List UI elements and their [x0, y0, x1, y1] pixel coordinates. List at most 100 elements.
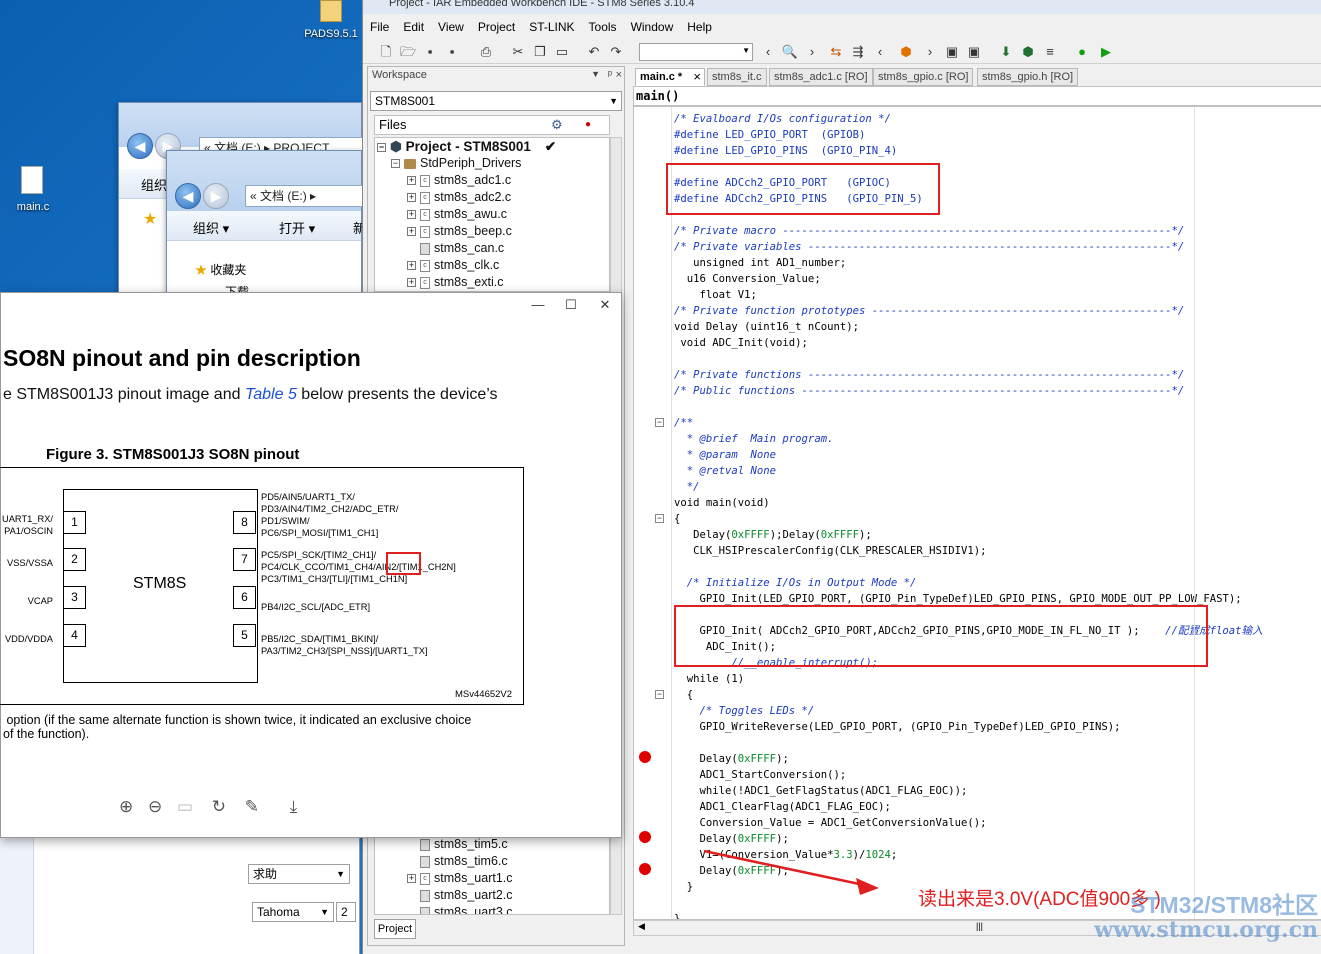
tree-file[interactable]: stm8s_tim5.c [375, 836, 609, 853]
undo-icon[interactable]: ↶ [585, 43, 603, 61]
rotate-icon[interactable]: ↻ [212, 797, 226, 816]
back-icon[interactable]: ◀ [127, 133, 153, 159]
organize-menu[interactable]: 组织 [141, 175, 167, 194]
address-bar[interactable]: « 文档 (E:) ▸ [245, 185, 363, 207]
expand-icon[interactable]: + [407, 227, 416, 237]
size-combo[interactable]: 2 [336, 902, 356, 922]
tree-project[interactable]: − ⬢ Project - STM8S001 ✔ [375, 138, 609, 155]
tab-stm8s-gpio-c[interactable]: stm8s_gpio.c [RO] [873, 68, 974, 86]
menu-help[interactable]: Help [680, 16, 719, 38]
copy-icon[interactable]: ❐ [531, 43, 549, 61]
expand-icon[interactable]: + [407, 193, 416, 203]
compile-icon[interactable]: ▣ [943, 43, 961, 61]
toggle-bookmark-icon[interactable]: ⇶ [849, 43, 867, 61]
collapse-icon[interactable]: − [377, 142, 386, 152]
menu-project[interactable]: Project [471, 16, 522, 38]
chevron-down-icon[interactable]: ▼ [591, 69, 600, 79]
tree-file[interactable]: + c stm8s_exti.c [375, 274, 609, 291]
find-prev-icon[interactable]: ‹ [759, 43, 777, 61]
expand-icon[interactable]: + [407, 210, 416, 220]
tree-file[interactable]: stm8s_uart2.c [375, 887, 609, 904]
config-combo[interactable]: STM8S001 ▼ [370, 91, 622, 111]
pen-icon[interactable]: ✎ [245, 797, 259, 816]
find-combo[interactable]: ▼ [639, 43, 753, 61]
zoom-in-icon[interactable]: ⊕ [119, 797, 133, 816]
tree-file[interactable]: + c stm8s_clk.c [375, 257, 609, 274]
tab-stm8s-gpio-h[interactable]: stm8s_gpio.h [RO] [977, 68, 1079, 86]
expand-icon[interactable]: + [407, 261, 416, 271]
font-combo[interactable]: Tahoma ▼ [252, 902, 334, 922]
breakpoint-list-icon[interactable]: ≡ [1041, 43, 1059, 61]
new-file-icon[interactable]: 🗋 [377, 43, 395, 61]
tab-stm8s-adc1[interactable]: stm8s_adc1.c [RO] [769, 68, 873, 86]
tree-file[interactable]: + c stm8s_beep.c [375, 223, 609, 240]
print-icon[interactable]: ⎙ [477, 43, 495, 61]
go-to-icon[interactable]: ⇆ [827, 43, 845, 61]
tab-stm8s-it[interactable]: stm8s_it.c [707, 68, 767, 86]
open-file-icon[interactable]: 🗁 [399, 43, 417, 61]
menu-view[interactable]: View [431, 16, 471, 38]
menu-edit[interactable]: Edit [396, 16, 431, 38]
collapse-icon[interactable]: − [391, 159, 400, 169]
close-icon[interactable]: × [693, 69, 701, 85]
workspace-tab-project[interactable]: Project [374, 919, 416, 939]
tree-file[interactable]: + c stm8s_uart1.c [375, 870, 609, 887]
scroll-thumb-icon[interactable]: ||| [976, 921, 983, 931]
menu-file[interactable]: File [363, 16, 396, 38]
pin-label-right: PD5/AIN5/UART1_TX/ PD3/AIN4/TIM2_CH2/ADC… [261, 492, 399, 538]
back-icon[interactable]: ◀ [175, 183, 201, 209]
expand-icon[interactable]: + [407, 278, 416, 288]
tree-file[interactable]: + c stm8s_awu.c [375, 206, 609, 223]
file-icon [420, 855, 430, 868]
function-navigator[interactable]: main() [633, 86, 1321, 106]
pads-shortcut[interactable]: PADS9.5.1 [300, 0, 360, 44]
main-c-shortcut[interactable]: main.c [10, 166, 56, 218]
scroll-left-icon[interactable]: ◀ [638, 921, 645, 932]
tree-file[interactable]: + c stm8s_adc2.c [375, 189, 609, 206]
find-next-icon[interactable]: › [803, 43, 821, 61]
save-all-icon[interactable]: ▪ [443, 43, 461, 61]
address-segment-docs[interactable]: 文档 (E:) [260, 189, 307, 203]
download-icon[interactable]: ⬇ [997, 43, 1015, 61]
download-icon[interactable]: ⤓ [290, 797, 298, 816]
favorites-item[interactable]: ★ 收藏夹 [195, 261, 246, 278]
paste-icon[interactable]: ▭ [553, 43, 571, 61]
debug-icon[interactable]: ⬢ [1019, 43, 1037, 61]
help-combo[interactable]: 求助 ▼ [248, 864, 350, 884]
close-icon[interactable]: ✕ [588, 293, 622, 317]
gear-icon[interactable]: ⚙ [551, 116, 563, 134]
menu-tools[interactable]: Tools [582, 16, 624, 38]
tree-group[interactable]: − StdPeriph_Drivers [375, 155, 609, 172]
expand-icon[interactable]: + [407, 874, 416, 884]
run-icon[interactable]: ▶ [1097, 43, 1115, 61]
tree-file[interactable]: stm8s_tim6.c [375, 853, 609, 870]
expand-icon[interactable]: + [407, 176, 416, 186]
organize-menu[interactable]: 组织 ▾ [193, 218, 229, 237]
code-editor[interactable]: /* Evalboard I/Os configuration */#defin… [633, 106, 1321, 920]
pin-icon[interactable]: ᵖ [608, 69, 612, 81]
next-bookmark-icon[interactable]: › [921, 43, 939, 61]
search-icon[interactable]: 🔍 [781, 43, 799, 61]
menu-stlink[interactable]: ST-LINK [522, 16, 581, 38]
close-icon[interactable]: × [616, 69, 622, 81]
minimize-icon[interactable]: — [521, 293, 555, 317]
save-icon[interactable]: ▪ [421, 43, 439, 61]
prev-bookmark-icon[interactable]: ‹ [871, 43, 889, 61]
make-icon[interactable]: ▣ [965, 43, 983, 61]
menu-window[interactable]: Window [624, 16, 681, 38]
cut-icon[interactable]: ✂ [509, 43, 527, 61]
tree-file[interactable]: + c stm8s_adc1.c [375, 172, 609, 189]
pin-label-left: VDD/VDDA [4, 634, 53, 644]
fit-page-icon[interactable]: ▭ [177, 797, 193, 816]
open-menu[interactable]: 打开 ▾ [279, 218, 315, 237]
redo-icon[interactable]: ↷ [607, 43, 625, 61]
tree-file[interactable]: stm8s_uart3.c [375, 904, 609, 914]
zoom-out-icon[interactable]: ⊖ [148, 797, 162, 816]
maximize-icon[interactable]: ☐ [554, 293, 588, 317]
tree-file[interactable]: stm8s_can.c [375, 240, 609, 257]
shield-icon[interactable]: ⬢ [897, 43, 915, 61]
forward-icon[interactable]: ▶ [203, 183, 229, 209]
go-icon[interactable]: ● [1073, 43, 1091, 61]
table-link[interactable]: Table 5 [245, 386, 297, 403]
tab-main-c[interactable]: main.c * × [635, 68, 705, 86]
